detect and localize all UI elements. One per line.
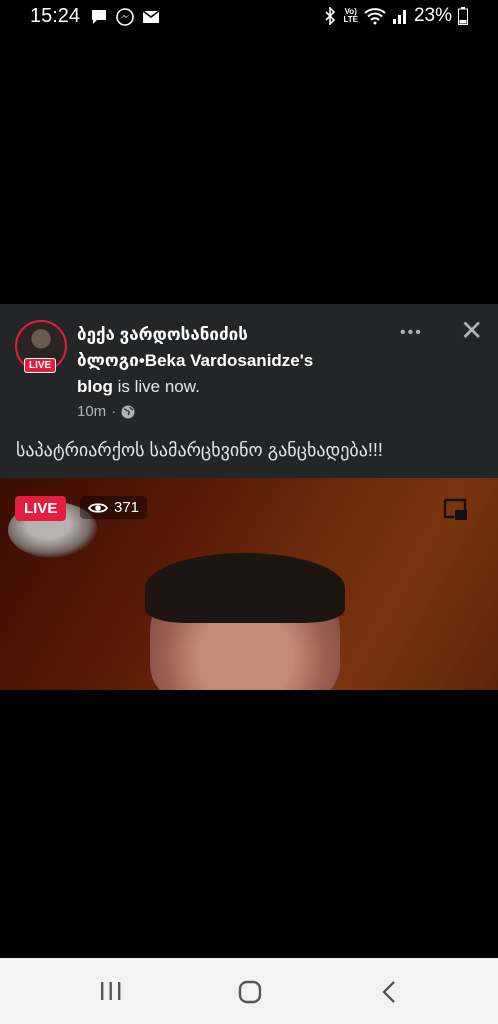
mail-icon — [142, 10, 160, 23]
recent-apps-icon[interactable] — [99, 980, 123, 1002]
page-name-line2[interactable]: ბლოგი•Beka Vardosanidze's — [77, 351, 313, 370]
message-icon — [92, 10, 106, 24]
meta-separator: · — [111, 403, 117, 420]
status-time: 15:24 — [30, 5, 81, 27]
battery-icon — [458, 7, 468, 25]
page-name-line1[interactable]: ბექა ვარდოსანიძის — [77, 325, 248, 344]
live-notification-post[interactable]: LIVE ბექა ვარდოსანიძის ბლოგი•Beka Vardos… — [0, 304, 498, 690]
post-time[interactable]: 10m — [77, 403, 106, 420]
post-meta: 10m · — [77, 403, 135, 420]
system-icons: Vo) LTE 23% — [323, 5, 468, 27]
page-name-line3[interactable]: blog — [77, 377, 113, 396]
signal-icon — [392, 10, 406, 24]
live-video[interactable]: LIVE 371 — [0, 478, 498, 690]
live-badge: LIVE — [15, 496, 67, 521]
viewer-count: 371 — [114, 499, 140, 516]
system-navigation-bar — [0, 958, 498, 1024]
lte-indicator: Vo) LTE — [343, 7, 358, 24]
more-options-button[interactable]: ••• — [400, 324, 423, 342]
notification-icons — [90, 8, 160, 26]
back-icon[interactable] — [380, 980, 398, 1004]
post-header-text[interactable]: ბექა ვარდოსანიძის ბლოგი•Beka Vardosanidz… — [77, 322, 377, 400]
globe-icon — [121, 405, 135, 418]
eye-icon — [88, 502, 108, 513]
picture-in-picture-icon[interactable] — [443, 498, 469, 522]
avatar-live-badge: LIVE — [24, 358, 57, 373]
wifi-icon — [364, 8, 386, 25]
live-status-text: is live now. — [112, 377, 200, 396]
viewer-count-badge: 371 — [80, 496, 148, 519]
page-avatar[interactable]: LIVE — [15, 320, 67, 373]
home-icon[interactable] — [238, 980, 262, 1004]
messenger-icon — [116, 8, 134, 26]
post-caption: საპატრიარქოს სამარცხვინო განცხადება!!! — [16, 440, 383, 460]
video-hair — [145, 553, 345, 623]
status-bar: 15:24 Vo) LTE 23% — [0, 0, 498, 34]
bluetooth-icon — [325, 7, 336, 25]
battery-percent: 23% — [413, 5, 452, 26]
close-button[interactable]: ✕ — [460, 314, 483, 347]
